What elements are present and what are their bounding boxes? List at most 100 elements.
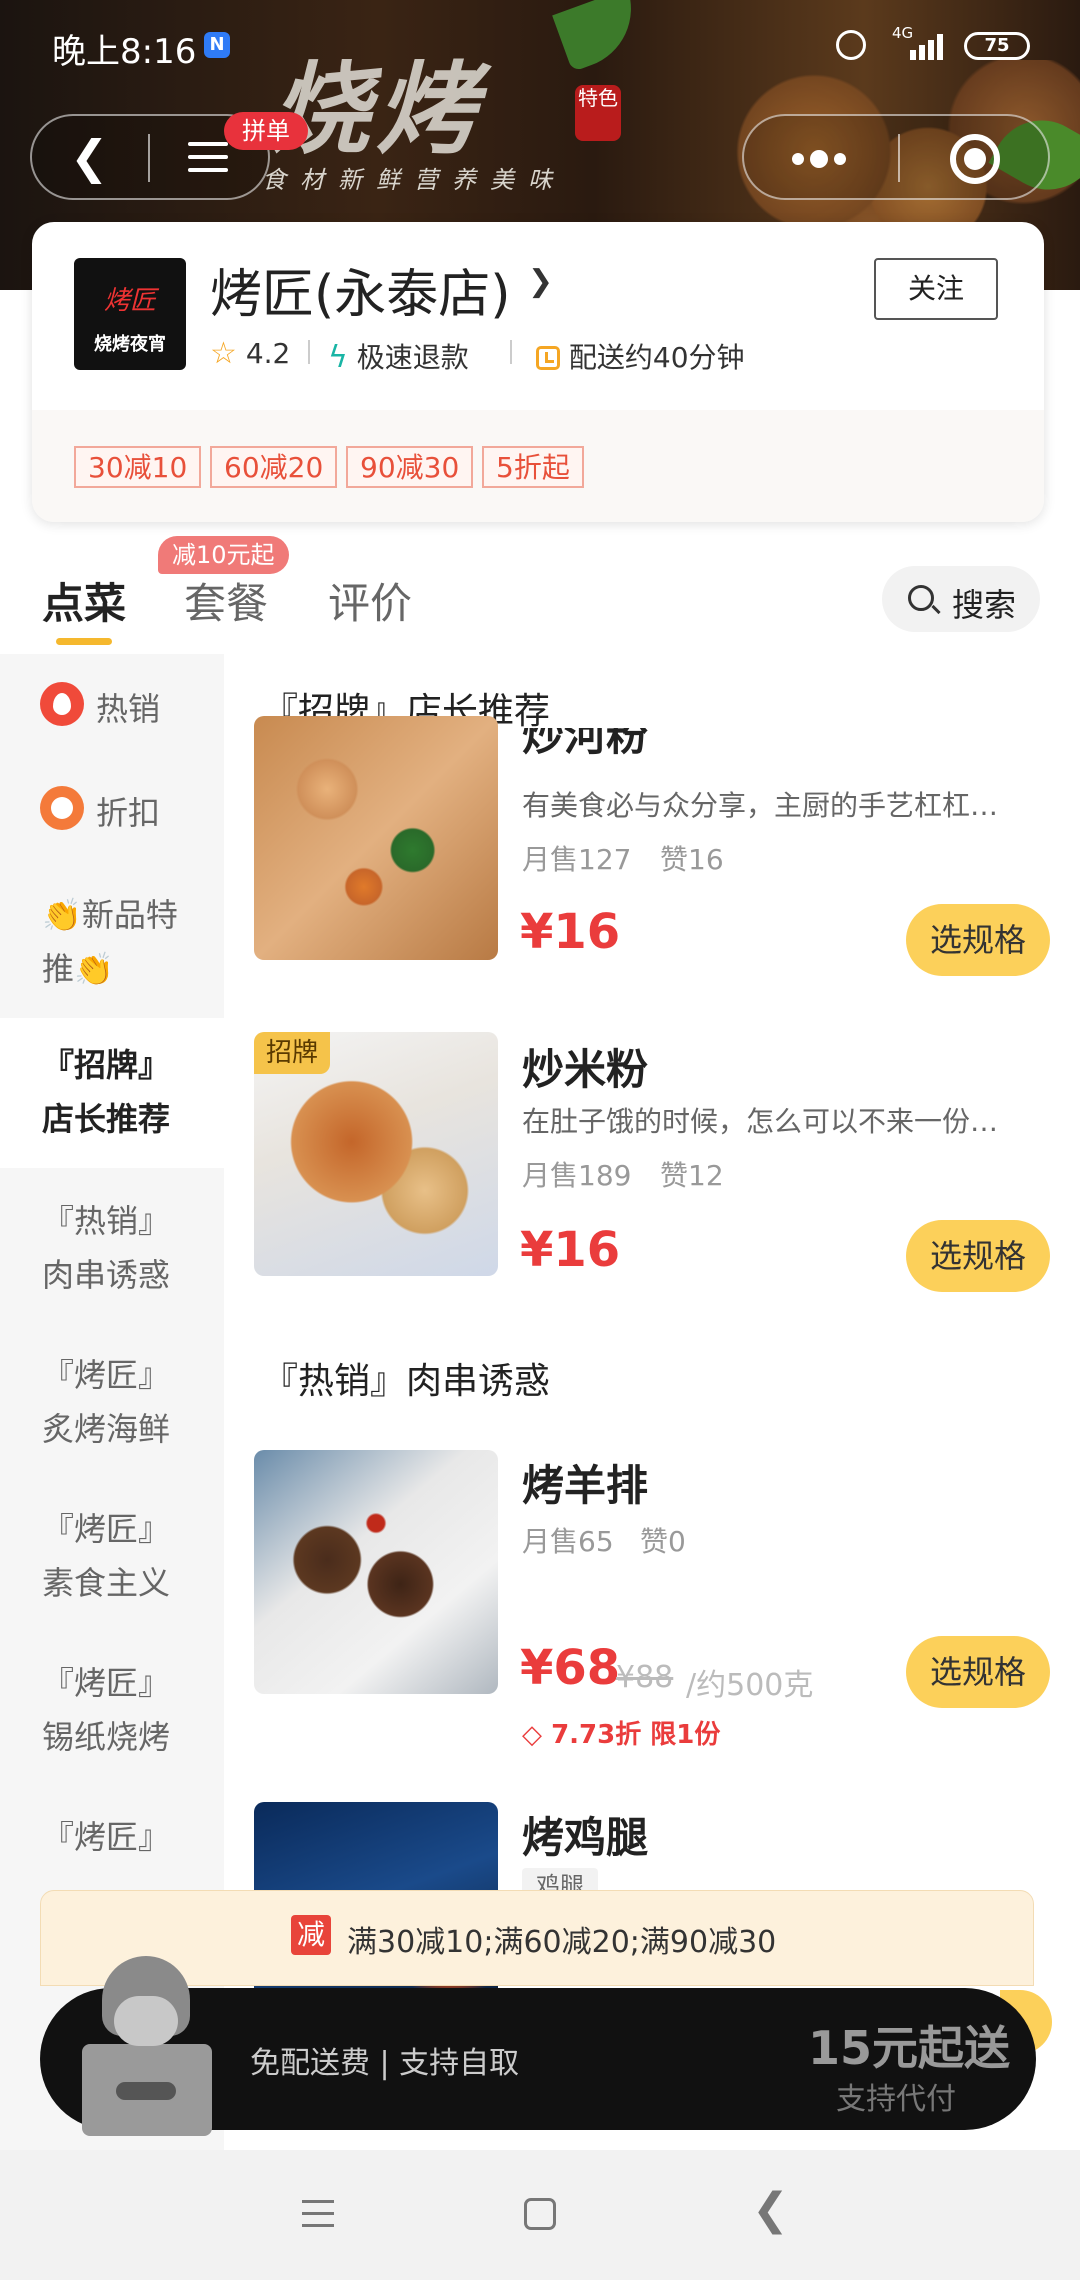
tab-order[interactable]: 点菜 <box>42 570 126 631</box>
battery-icon: 75 <box>964 32 1030 60</box>
signal-icon: 4G <box>888 24 948 64</box>
notification-app-icon: N <box>204 32 230 58</box>
sidebar-item-hot[interactable]: 热销 <box>0 668 224 748</box>
reduction-text: 满30减10;满60减20;满90减30 <box>347 1925 777 1960</box>
sidebar-item-vegetarian[interactable]: 『烤匠』 素食主义 <box>0 1502 224 1622</box>
store-name[interactable]: 烤匠(永泰店) <box>210 252 511 327</box>
sidebar-item-skewers[interactable]: 『热销』 肉串诱惑 <box>0 1194 224 1314</box>
food-sales: 月售65 <box>522 1525 614 1558</box>
food-name[interactable]: 炒米粉 <box>522 1036 648 1097</box>
food-price: ¥68 <box>520 1640 621 1696</box>
chevron-right-icon[interactable]: ❯ <box>528 264 553 299</box>
store-rating: ☆ 4.2 <box>210 336 290 371</box>
food-image[interactable] <box>254 716 498 960</box>
proxy-pay-text: 支持代付 <box>836 2082 956 2117</box>
rating-value: 4.2 <box>245 337 291 370</box>
sidebar-item-label: 素食主义 <box>42 1564 171 1602</box>
capsule-divider <box>148 134 150 182</box>
select-spec-button[interactable]: 选规格 <box>906 1220 1050 1292</box>
system-back-icon[interactable]: ❮ <box>752 2184 789 2235</box>
courier-cart-icon[interactable] <box>82 1956 212 2136</box>
menu-icon[interactable] <box>188 142 228 174</box>
more-icon[interactable] <box>792 150 852 169</box>
tab-reviews[interactable]: 评价 <box>328 570 412 631</box>
system-nav-bar: ❮ <box>0 2150 1080 2280</box>
promo-tags-row[interactable]: 30减10 60减20 90减30 5折起 <box>32 410 1044 522</box>
store-logo-subtext: 烧烤夜宵 <box>94 334 166 355</box>
food-name[interactable]: 烤羊排 <box>522 1452 648 1513</box>
food-image[interactable] <box>254 1450 498 1694</box>
discount-icon <box>40 786 84 830</box>
meta-divider <box>308 340 310 364</box>
back-icon[interactable]: ❮ <box>70 132 109 182</box>
nav-right-capsule <box>742 114 1050 200</box>
signature-tag: 招牌 <box>254 1032 331 1074</box>
sidebar-item-label: 👏新品特 <box>42 896 178 934</box>
select-spec-button[interactable]: 选规格 <box>906 904 1050 976</box>
sidebar-item-label: 『烤匠』 <box>42 1356 171 1394</box>
sidebar-item-label: 折扣 <box>96 794 161 832</box>
food-likes: 赞0 <box>640 1525 686 1558</box>
combo-discount-badge: 减10元起 <box>158 536 289 574</box>
sidebar-item-signature[interactable]: 『招牌』 店长推荐 <box>0 1018 224 1168</box>
sidebar-item-label: 『烤匠』 <box>42 1818 171 1856</box>
store-logo: 烤匠 烧烤夜宵 <box>74 258 186 370</box>
sidebar-item-label: 『招牌』 <box>42 1046 171 1084</box>
sidebar-item-label: 『热销』 <box>42 1202 171 1240</box>
sidebar-item-label: 店长推荐 <box>42 1100 171 1138</box>
sidebar-item-label: 炙烤海鲜 <box>42 1410 171 1448</box>
status-bar: 晚上8:16 N 4G 75 <box>0 0 1080 96</box>
home-icon[interactable] <box>524 2198 556 2230</box>
promo-tag: 30减10 <box>74 446 202 488</box>
store-delivery: 配送约40分钟 <box>536 336 745 376</box>
promo-tag: 60减20 <box>210 446 338 488</box>
sidebar-item-seafood[interactable]: 『烤匠』 炙烤海鲜 <box>0 1348 224 1468</box>
sidebar-item-foil[interactable]: 『烤匠』 锡纸烧烤 <box>0 1656 224 1776</box>
sidebar-item-label: 『烤匠』 <box>42 1664 171 1702</box>
clock-icon <box>536 346 560 370</box>
food-sales: 月售189 <box>522 1159 632 1192</box>
sidebar-item-label: 锡纸烧烤 <box>42 1718 171 1756</box>
sidebar-item-new[interactable]: 👏新品特 推👏 <box>0 888 224 1008</box>
sidebar-item-label: 『烤匠』 <box>42 1510 171 1548</box>
store-refund: ϟ 极速退款 <box>328 336 469 376</box>
food-likes: 赞16 <box>660 843 724 876</box>
lightning-icon: ϟ <box>328 340 348 375</box>
promo-tag: 90减30 <box>346 446 474 488</box>
min-order-text: 15元起送 <box>808 2021 1011 2075</box>
follow-button[interactable]: 关注 <box>874 258 998 320</box>
tab-combo[interactable]: 套餐 <box>184 570 268 631</box>
food-sales: 月售127 <box>522 843 632 876</box>
food-name[interactable]: 炒河粉 <box>522 728 648 758</box>
recent-apps-icon[interactable] <box>302 2200 334 2236</box>
food-original-price: ¥88 <box>616 1660 674 1695</box>
food-discount: ◇ 7.73折 限1份 <box>522 1714 720 1751</box>
food-price: ¥16 <box>520 1222 621 1278</box>
sidebar-item-label: 肉串诱惑 <box>42 1256 171 1294</box>
promo-tag: 5折起 <box>482 446 584 488</box>
banner-slogan: 食材新鲜营养美味 <box>262 166 566 194</box>
discount-text: 7.73折 限1份 <box>551 1720 721 1750</box>
food-likes: 赞12 <box>660 1159 724 1192</box>
search-button[interactable]: 搜索 <box>882 566 1040 632</box>
flame-icon <box>40 682 84 726</box>
sidebar-item-label: 推👏 <box>42 950 114 988</box>
food-name[interactable]: 烤鸡腿 <box>522 1804 648 1865</box>
food-name-text: 炒河粉 <box>522 728 649 758</box>
pindan-badge[interactable]: 拼单 <box>224 112 308 150</box>
store-logo-text: 烤匠 <box>103 286 156 316</box>
refund-label: 极速退款 <box>356 341 469 374</box>
meta-divider <box>510 340 512 364</box>
section-title: 『热销』肉串诱惑 <box>262 1361 551 1402</box>
sidebar-item-discount[interactable]: 折扣 <box>0 772 224 852</box>
capsule-divider <box>898 134 900 182</box>
delivery-label: 配送约40分钟 <box>568 341 745 374</box>
search-icon <box>908 585 934 611</box>
status-time: 晚上8:16 <box>52 32 197 72</box>
select-spec-button[interactable]: 选规格 <box>906 1636 1050 1708</box>
close-miniprogram-icon[interactable] <box>950 134 1000 184</box>
sidebar-item-more[interactable]: 『烤匠』 <box>0 1810 224 1890</box>
store-info-card: 烤匠 烧烤夜宵 烤匠(永泰店) ❯ 关注 ☆ 4.2 ϟ 极速退款 配送约40分… <box>32 222 1044 522</box>
active-tab-indicator <box>56 638 112 645</box>
search-label: 搜索 <box>952 586 1017 624</box>
